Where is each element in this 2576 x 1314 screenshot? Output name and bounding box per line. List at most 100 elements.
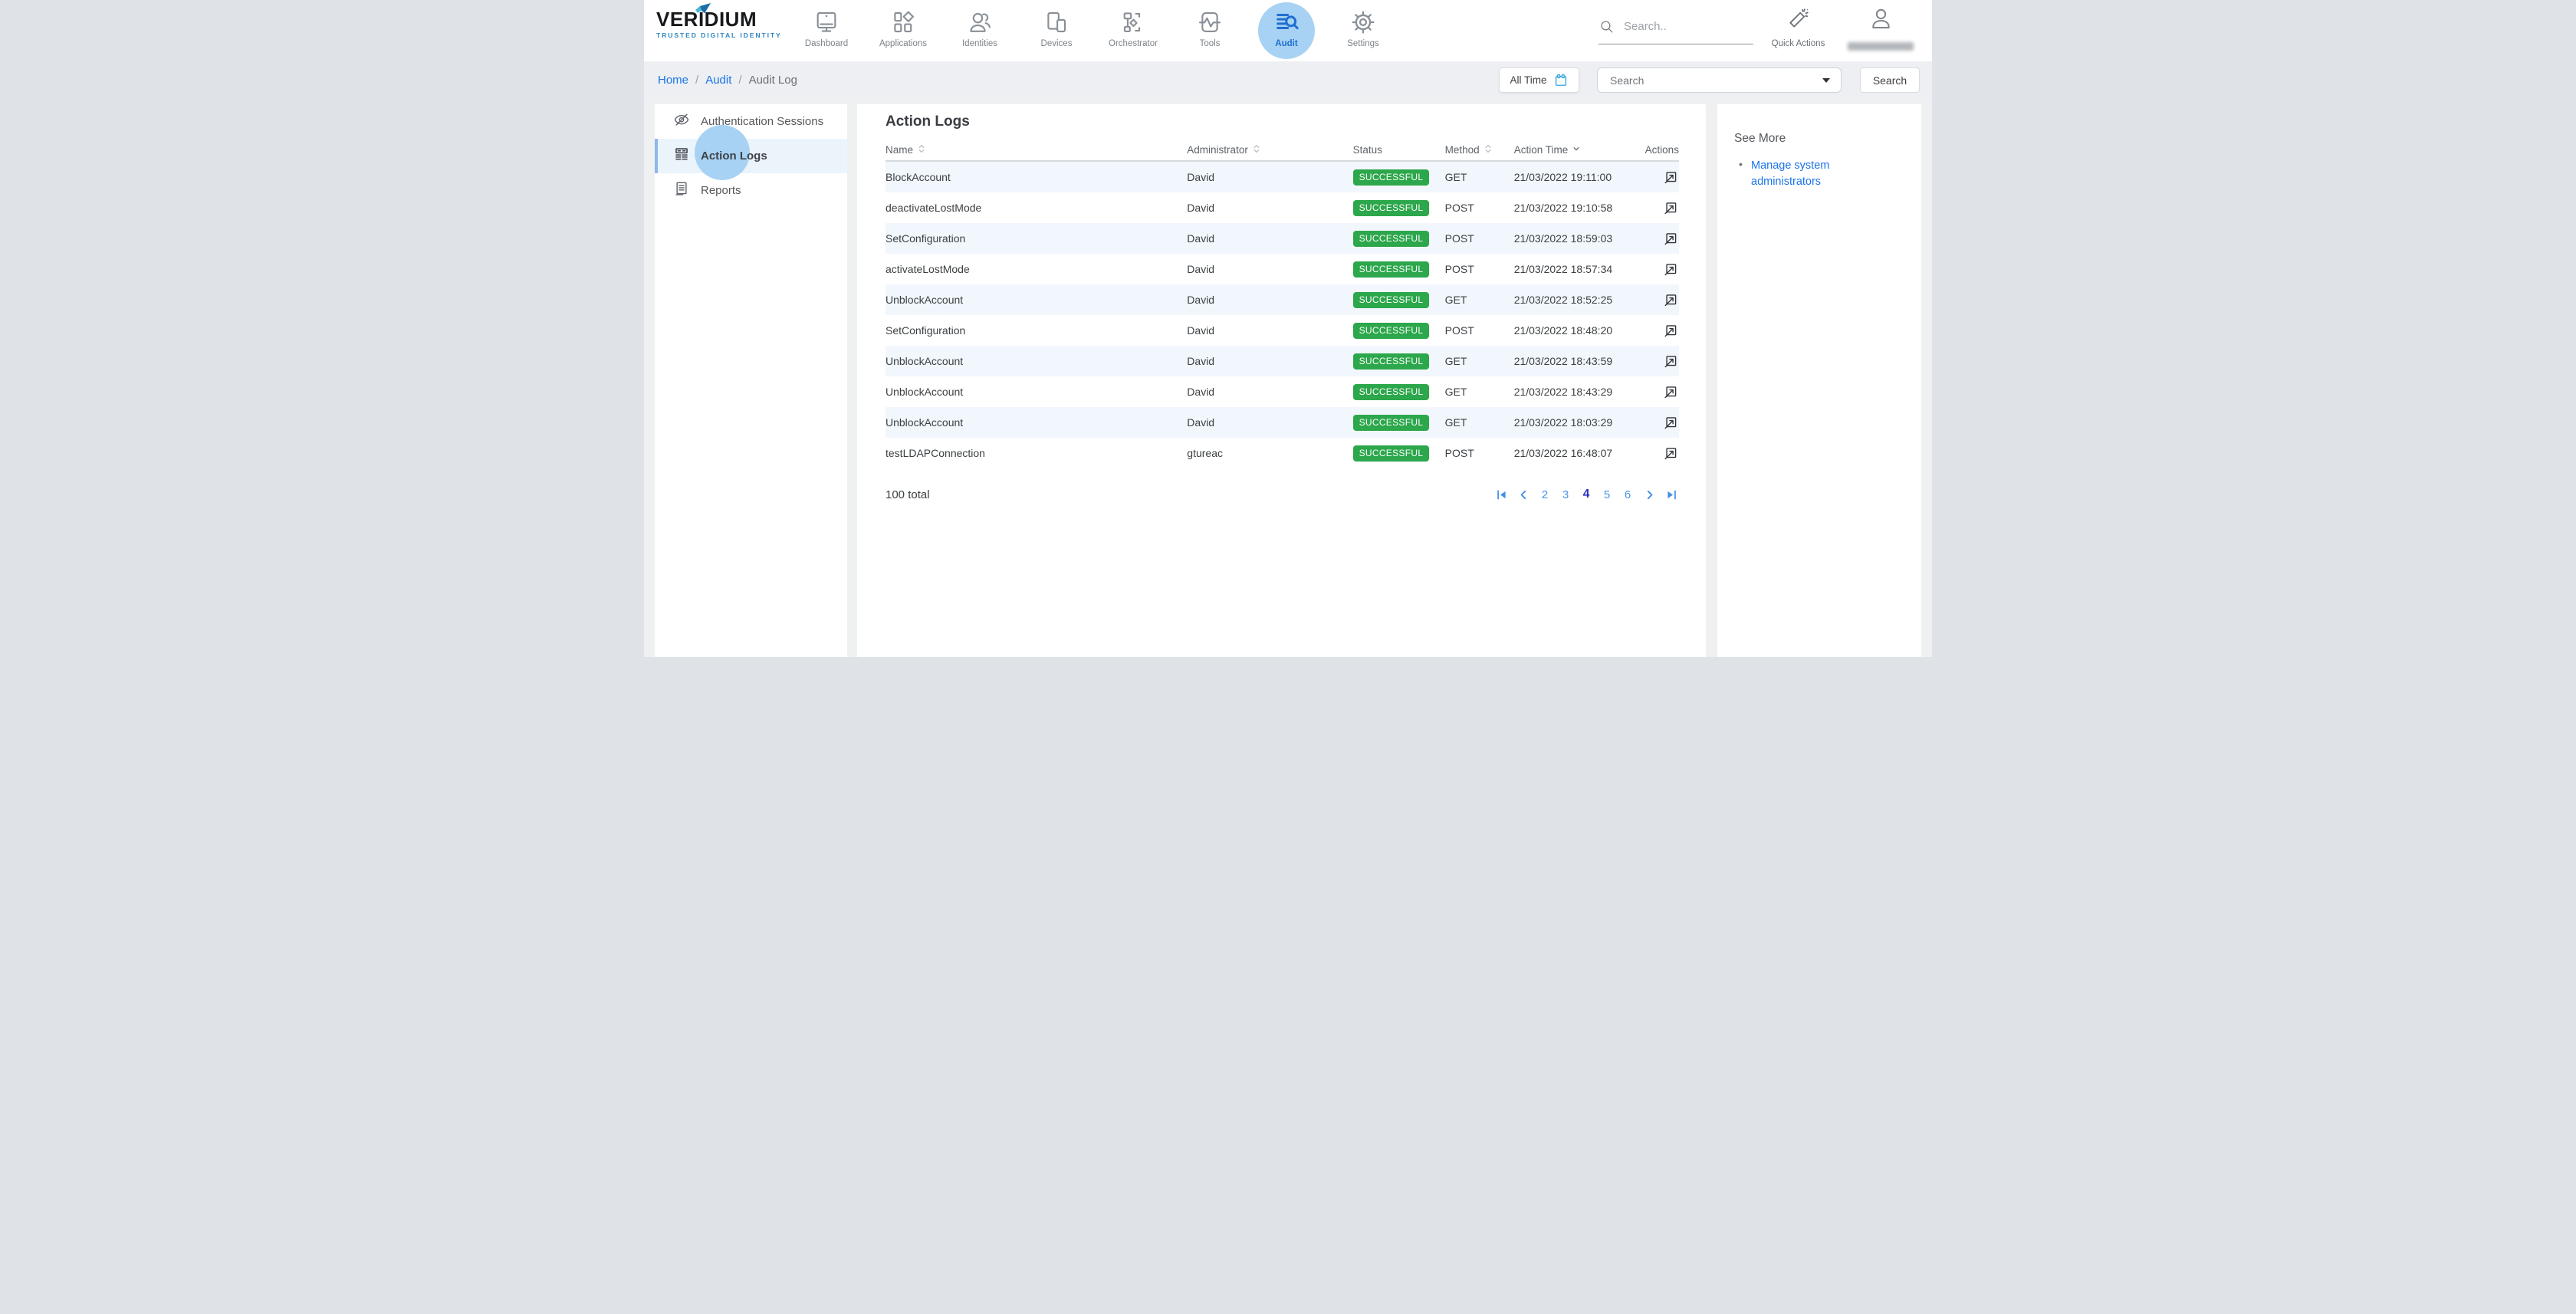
table-row: SetConfiguration David SUCCESSFUL POST 2… [886, 315, 1679, 346]
total-count-label: 100 total [886, 488, 930, 501]
column-header-action-time[interactable]: Action Time [1514, 144, 1628, 156]
search-icon [1598, 18, 1615, 34]
cell-action-time: 21/03/2022 18:43:59 [1514, 355, 1628, 367]
status-badge: SUCCESSFUL [1353, 261, 1430, 278]
column-header-actions[interactable]: Actions [1628, 144, 1679, 156]
cell-status: SUCCESSFUL [1353, 384, 1445, 400]
cell-method: GET [1445, 416, 1514, 429]
cell-status: SUCCESSFUL [1353, 353, 1445, 370]
column-header-administrator[interactable]: Administrator [1187, 144, 1352, 156]
sidebar-item-authentication-sessions[interactable]: Authentication Sessions [655, 104, 847, 139]
page-last-icon[interactable] [1664, 487, 1679, 502]
grid-icon [890, 9, 916, 35]
page-6[interactable]: 6 [1621, 488, 1635, 501]
column-header-method[interactable]: Method [1445, 144, 1514, 156]
veridium-logo[interactable]: VERIDIUM TRUSTED DIGITAL IDENTITY [656, 9, 787, 39]
nav-item-orchestrator[interactable]: Orchestrator [1095, 5, 1171, 60]
nav-item-settings[interactable]: Settings [1325, 5, 1401, 60]
external-link-icon [1662, 199, 1679, 216]
external-link-icon [1662, 291, 1679, 308]
sort-both-icon [1252, 144, 1261, 156]
tools-icon [1197, 9, 1223, 35]
open-details-button[interactable] [1662, 291, 1679, 308]
cell-administrator: David [1187, 294, 1352, 306]
quick-actions-button[interactable]: Quick Actions [1762, 8, 1835, 48]
cell-method: POST [1445, 263, 1514, 275]
page-5[interactable]: 5 [1600, 488, 1614, 501]
nav-item-applications[interactable]: Applications [865, 5, 941, 60]
cell-administrator: David [1187, 263, 1352, 275]
nav-item-audit[interactable]: Audit [1248, 5, 1325, 60]
logo-tagline: TRUSTED DIGITAL IDENTITY [656, 31, 787, 39]
open-details-button[interactable] [1662, 414, 1679, 431]
breadcrumb-audit-link[interactable]: Audit [705, 74, 731, 87]
cell-method: GET [1445, 355, 1514, 367]
cell-status: SUCCESSFUL [1353, 200, 1445, 216]
cell-administrator: David [1187, 416, 1352, 429]
table-row: UnblockAccount David SUCCESSFUL GET 21/0… [886, 376, 1679, 407]
page-first-icon[interactable] [1493, 487, 1509, 502]
search-button[interactable]: Search [1860, 67, 1920, 93]
external-link-icon [1662, 445, 1679, 462]
cell-action-time: 21/03/2022 19:10:58 [1514, 202, 1628, 214]
cell-action-time: 21/03/2022 16:48:07 [1514, 447, 1628, 459]
open-details-button[interactable] [1662, 445, 1679, 462]
table-row: testLDAPConnection gtureac SUCCESSFUL PO… [886, 438, 1679, 468]
cell-method: POST [1445, 232, 1514, 245]
page-4[interactable]: 4 [1579, 488, 1593, 501]
cell-action-time: 21/03/2022 18:43:29 [1514, 386, 1628, 398]
cell-status: SUCCESSFUL [1353, 261, 1445, 278]
gear-icon [1350, 9, 1376, 35]
table-header-row: Name Administrator Status Method Action … [886, 139, 1679, 162]
table-row: UnblockAccount David SUCCESSFUL GET 21/0… [886, 407, 1679, 438]
external-link-icon [1662, 261, 1679, 278]
cell-method: POST [1445, 447, 1514, 459]
see-more-panel: See More Manage system administrators [1717, 104, 1921, 657]
search-filter-dropdown[interactable]: Search [1597, 67, 1842, 93]
open-details-button[interactable] [1662, 199, 1679, 216]
nav-item-identities[interactable]: Identities [941, 5, 1018, 60]
cell-name: activateLostMode [886, 263, 1187, 275]
time-range-button[interactable]: All Time [1499, 67, 1579, 93]
sidebar-item-reports[interactable]: Reports [655, 173, 847, 208]
top-bar: VERIDIUM TRUSTED DIGITAL IDENTITY Dashbo… [644, 0, 1932, 61]
open-details-button[interactable] [1662, 383, 1679, 400]
external-link-icon [1662, 414, 1679, 431]
open-details-button[interactable] [1662, 261, 1679, 278]
open-details-button[interactable] [1662, 322, 1679, 339]
manage-system-administrators-link[interactable]: Manage system administrators [1751, 158, 1860, 189]
page-prev-icon[interactable] [1516, 487, 1531, 502]
global-search[interactable] [1598, 18, 1753, 44]
cell-name: SetConfiguration [886, 324, 1187, 337]
cell-administrator: David [1187, 202, 1352, 214]
status-badge: SUCCESSFUL [1353, 353, 1430, 370]
status-badge: SUCCESSFUL [1353, 231, 1430, 247]
page-2[interactable]: 2 [1538, 488, 1552, 501]
sidebar-item-action-logs[interactable]: Action Logs [655, 139, 847, 173]
breadcrumb-separator: / [695, 74, 698, 87]
open-details-button[interactable] [1662, 169, 1679, 186]
breadcrumb-home-link[interactable]: Home [658, 74, 688, 87]
cell-method: POST [1445, 324, 1514, 337]
cell-method: GET [1445, 171, 1514, 183]
logo-check-icon [694, 3, 712, 15]
table-row: deactivateLostMode David SUCCESSFUL POST… [886, 192, 1679, 223]
cell-administrator: David [1187, 171, 1352, 183]
open-details-button[interactable] [1662, 353, 1679, 370]
eye-off-icon [673, 111, 690, 132]
cell-method: GET [1445, 386, 1514, 398]
page-3[interactable]: 3 [1559, 488, 1572, 501]
column-header-status[interactable]: Status [1353, 144, 1445, 156]
global-search-input[interactable] [1624, 20, 1739, 33]
nav-item-tools[interactable]: Tools [1171, 5, 1248, 60]
column-header-name[interactable]: Name [886, 144, 1187, 156]
users-icon [967, 9, 993, 35]
nav-item-devices[interactable]: Devices [1018, 5, 1095, 60]
cell-name: deactivateLostMode [886, 202, 1187, 214]
user-menu[interactable] [1845, 6, 1916, 51]
breadcrumb: Home / Audit / Audit Log [658, 61, 797, 98]
cell-administrator: David [1187, 355, 1352, 367]
nav-item-dashboard[interactable]: Dashboard [788, 5, 865, 60]
page-next-icon[interactable] [1641, 487, 1657, 502]
open-details-button[interactable] [1662, 230, 1679, 247]
